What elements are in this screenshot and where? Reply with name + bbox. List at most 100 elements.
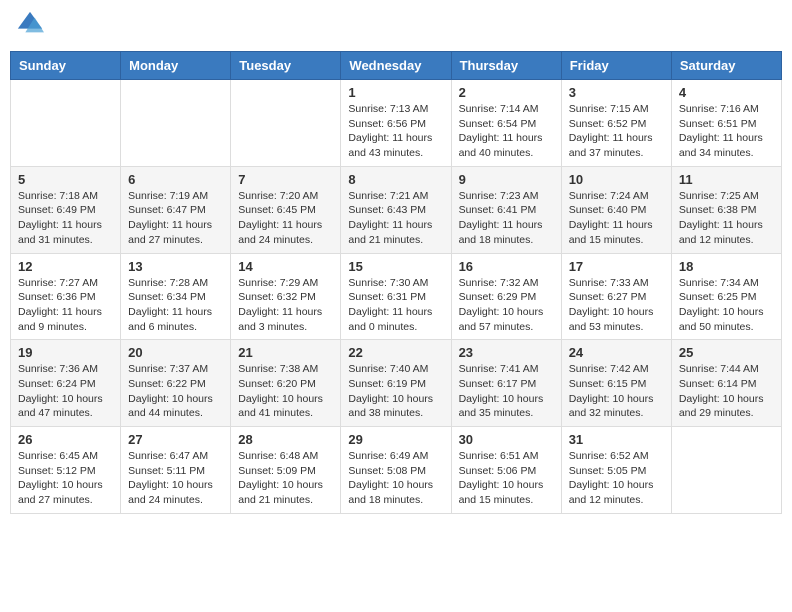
day-number: 13 (128, 259, 223, 274)
day-number: 21 (238, 345, 333, 360)
day-number: 24 (569, 345, 664, 360)
day-number: 29 (348, 432, 443, 447)
calendar-cell: 31Sunrise: 6:52 AM Sunset: 5:05 PM Dayli… (561, 427, 671, 514)
day-number: 27 (128, 432, 223, 447)
calendar-cell: 16 Sunrise: 7:32 AM Sunset: 6:29 PM Dayli… (451, 253, 561, 340)
day-info: Sunrise: 7:19 AM Sunset: 6:47 PM Dayligh… (128, 189, 223, 248)
calendar-cell: 28 Sunrise: 6:48 AM Sunset: 5:09 PM Dayli… (231, 427, 341, 514)
calendar-week-row: 12 Sunrise: 7:27 AM Sunset: 6:36 PM Dayli… (11, 253, 782, 340)
calendar-header-row: SundayMondayTuesdayWednesdayThursdayFrid… (11, 52, 782, 80)
day-number: 7 (238, 172, 333, 187)
day-number: 30 (459, 432, 554, 447)
day-number: 6 (128, 172, 223, 187)
day-number: 2 (459, 85, 554, 100)
day-number: 18 (679, 259, 774, 274)
day-number: 28 (238, 432, 333, 447)
day-number: 23 (459, 345, 554, 360)
day-info: Sunrise: 7:25 AM Sunset: 6:38 PM Dayligh… (679, 189, 774, 248)
day-info: Sunrise: 7:29 AM Sunset: 6:32 PM Dayligh… (238, 276, 333, 335)
day-info: Sunrise: 6:48 AM Sunset: 5:09 PM Dayligh… (238, 449, 333, 508)
day-info: Sunrise: 7:44 AM Sunset: 6:14 PM Dayligh… (679, 362, 774, 421)
day-number: 31 (569, 432, 664, 447)
calendar-table: SundayMondayTuesdayWednesdayThursdayFrid… (10, 51, 782, 514)
day-number: 9 (459, 172, 554, 187)
day-number: 19 (18, 345, 113, 360)
day-number: 5 (18, 172, 113, 187)
day-number: 20 (128, 345, 223, 360)
day-info: Sunrise: 7:21 AM Sunset: 6:43 PM Dayligh… (348, 189, 443, 248)
calendar-week-row: 5 Sunrise: 7:18 AM Sunset: 6:49 PM Daylig… (11, 166, 782, 253)
day-info: Sunrise: 7:24 AM Sunset: 6:40 PM Dayligh… (569, 189, 664, 248)
day-number: 25 (679, 345, 774, 360)
day-number: 26 (18, 432, 113, 447)
logo-icon (16, 10, 44, 38)
calendar-cell: 5 Sunrise: 7:18 AM Sunset: 6:49 PM Daylig… (11, 166, 121, 253)
calendar-week-row: 19 Sunrise: 7:36 AM Sunset: 6:24 PM Dayli… (11, 340, 782, 427)
day-info: Sunrise: 7:30 AM Sunset: 6:31 PM Dayligh… (348, 276, 443, 335)
calendar-cell: 15 Sunrise: 7:30 AM Sunset: 6:31 PM Dayli… (341, 253, 451, 340)
day-of-week-header: Monday (121, 52, 231, 80)
calendar-cell: 4 Sunrise: 7:16 AM Sunset: 6:51 PM Daylig… (671, 80, 781, 167)
day-info: Sunrise: 7:20 AM Sunset: 6:45 PM Dayligh… (238, 189, 333, 248)
day-info: Sunrise: 7:15 AM Sunset: 6:52 PM Dayligh… (569, 102, 664, 161)
day-number: 10 (569, 172, 664, 187)
calendar-cell: 29 Sunrise: 6:49 AM Sunset: 5:08 PM Dayli… (341, 427, 451, 514)
day-info: Sunrise: 7:27 AM Sunset: 6:36 PM Dayligh… (18, 276, 113, 335)
day-info: Sunrise: 7:18 AM Sunset: 6:49 PM Dayligh… (18, 189, 113, 248)
calendar-cell (11, 80, 121, 167)
day-number: 4 (679, 85, 774, 100)
day-info: Sunrise: 7:38 AM Sunset: 6:20 PM Dayligh… (238, 362, 333, 421)
calendar-cell: 22Sunrise: 7:40 AM Sunset: 6:19 PM Dayli… (341, 340, 451, 427)
day-info: Sunrise: 6:47 AM Sunset: 5:11 PM Dayligh… (128, 449, 223, 508)
day-info: Sunrise: 6:45 AM Sunset: 5:12 PM Dayligh… (18, 449, 113, 508)
day-info: Sunrise: 7:32 AM Sunset: 6:29 PM Dayligh… (459, 276, 554, 335)
logo (14, 10, 44, 43)
calendar-cell (121, 80, 231, 167)
day-info: Sunrise: 7:34 AM Sunset: 6:25 PM Dayligh… (679, 276, 774, 335)
calendar-cell: 17 Sunrise: 7:33 AM Sunset: 6:27 PM Dayli… (561, 253, 671, 340)
calendar-cell: 8 Sunrise: 7:21 AM Sunset: 6:43 PM Daylig… (341, 166, 451, 253)
calendar-cell: 14 Sunrise: 7:29 AM Sunset: 6:32 PM Dayli… (231, 253, 341, 340)
calendar-cell: 21 Sunrise: 7:38 AM Sunset: 6:20 PM Dayli… (231, 340, 341, 427)
calendar-cell: 24 Sunrise: 7:42 AM Sunset: 6:15 PM Dayli… (561, 340, 671, 427)
day-number: 14 (238, 259, 333, 274)
day-info: Sunrise: 7:16 AM Sunset: 6:51 PM Dayligh… (679, 102, 774, 161)
calendar-cell: 13 Sunrise: 7:28 AM Sunset: 6:34 PM Dayli… (121, 253, 231, 340)
calendar-cell: 26 Sunrise: 6:45 AM Sunset: 5:12 PM Dayli… (11, 427, 121, 514)
calendar-cell: 12 Sunrise: 7:27 AM Sunset: 6:36 PM Dayli… (11, 253, 121, 340)
day-info: Sunrise: 6:49 AM Sunset: 5:08 PM Dayligh… (348, 449, 443, 508)
calendar-week-row: 1Sunrise: 7:13 AM Sunset: 6:56 PM Daylig… (11, 80, 782, 167)
day-of-week-header: Thursday (451, 52, 561, 80)
calendar-cell (231, 80, 341, 167)
day-number: 12 (18, 259, 113, 274)
day-info: Sunrise: 7:14 AM Sunset: 6:54 PM Dayligh… (459, 102, 554, 161)
day-of-week-header: Tuesday (231, 52, 341, 80)
day-number: 8 (348, 172, 443, 187)
calendar-cell: 25 Sunrise: 7:44 AM Sunset: 6:14 PM Dayli… (671, 340, 781, 427)
calendar-cell: 27 Sunrise: 6:47 AM Sunset: 5:11 PM Dayli… (121, 427, 231, 514)
day-info: Sunrise: 7:28 AM Sunset: 6:34 PM Dayligh… (128, 276, 223, 335)
day-of-week-header: Saturday (671, 52, 781, 80)
day-number: 22 (348, 345, 443, 360)
calendar-cell: 2 Sunrise: 7:14 AM Sunset: 6:54 PM Daylig… (451, 80, 561, 167)
calendar-cell: 20 Sunrise: 7:37 AM Sunset: 6:22 PM Dayli… (121, 340, 231, 427)
day-number: 15 (348, 259, 443, 274)
day-info: Sunrise: 6:51 AM Sunset: 5:06 PM Dayligh… (459, 449, 554, 508)
calendar-cell: 6 Sunrise: 7:19 AM Sunset: 6:47 PM Daylig… (121, 166, 231, 253)
calendar-cell: 11 Sunrise: 7:25 AM Sunset: 6:38 PM Dayli… (671, 166, 781, 253)
day-info: Sunrise: 7:42 AM Sunset: 6:15 PM Dayligh… (569, 362, 664, 421)
day-number: 16 (459, 259, 554, 274)
calendar-cell: 7 Sunrise: 7:20 AM Sunset: 6:45 PM Daylig… (231, 166, 341, 253)
day-info: Sunrise: 7:36 AM Sunset: 6:24 PM Dayligh… (18, 362, 113, 421)
day-info: Sunrise: 7:23 AM Sunset: 6:41 PM Dayligh… (459, 189, 554, 248)
day-info: Sunrise: 7:13 AM Sunset: 6:56 PM Dayligh… (348, 102, 443, 161)
day-number: 3 (569, 85, 664, 100)
day-info: Sunrise: 7:33 AM Sunset: 6:27 PM Dayligh… (569, 276, 664, 335)
calendar-cell: 23Sunrise: 7:41 AM Sunset: 6:17 PM Dayli… (451, 340, 561, 427)
day-number: 11 (679, 172, 774, 187)
day-of-week-header: Sunday (11, 52, 121, 80)
day-info: Sunrise: 7:37 AM Sunset: 6:22 PM Dayligh… (128, 362, 223, 421)
day-number: 17 (569, 259, 664, 274)
calendar-week-row: 26 Sunrise: 6:45 AM Sunset: 5:12 PM Dayli… (11, 427, 782, 514)
calendar-cell: 18 Sunrise: 7:34 AM Sunset: 6:25 PM Dayli… (671, 253, 781, 340)
